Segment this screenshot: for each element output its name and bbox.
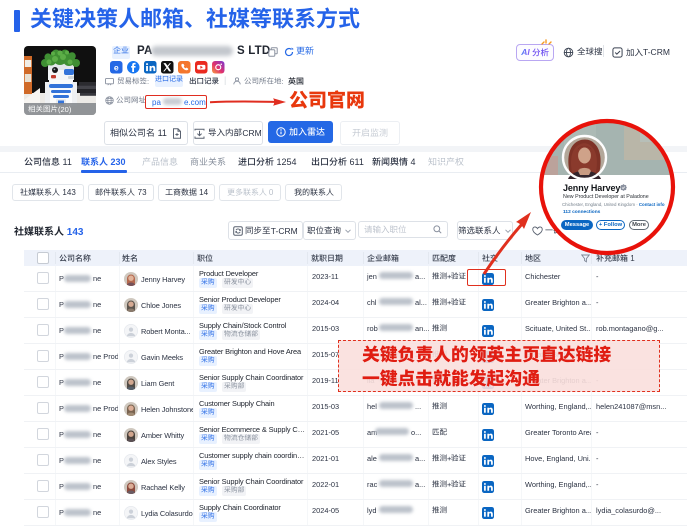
svg-text:e: e: [114, 62, 119, 72]
